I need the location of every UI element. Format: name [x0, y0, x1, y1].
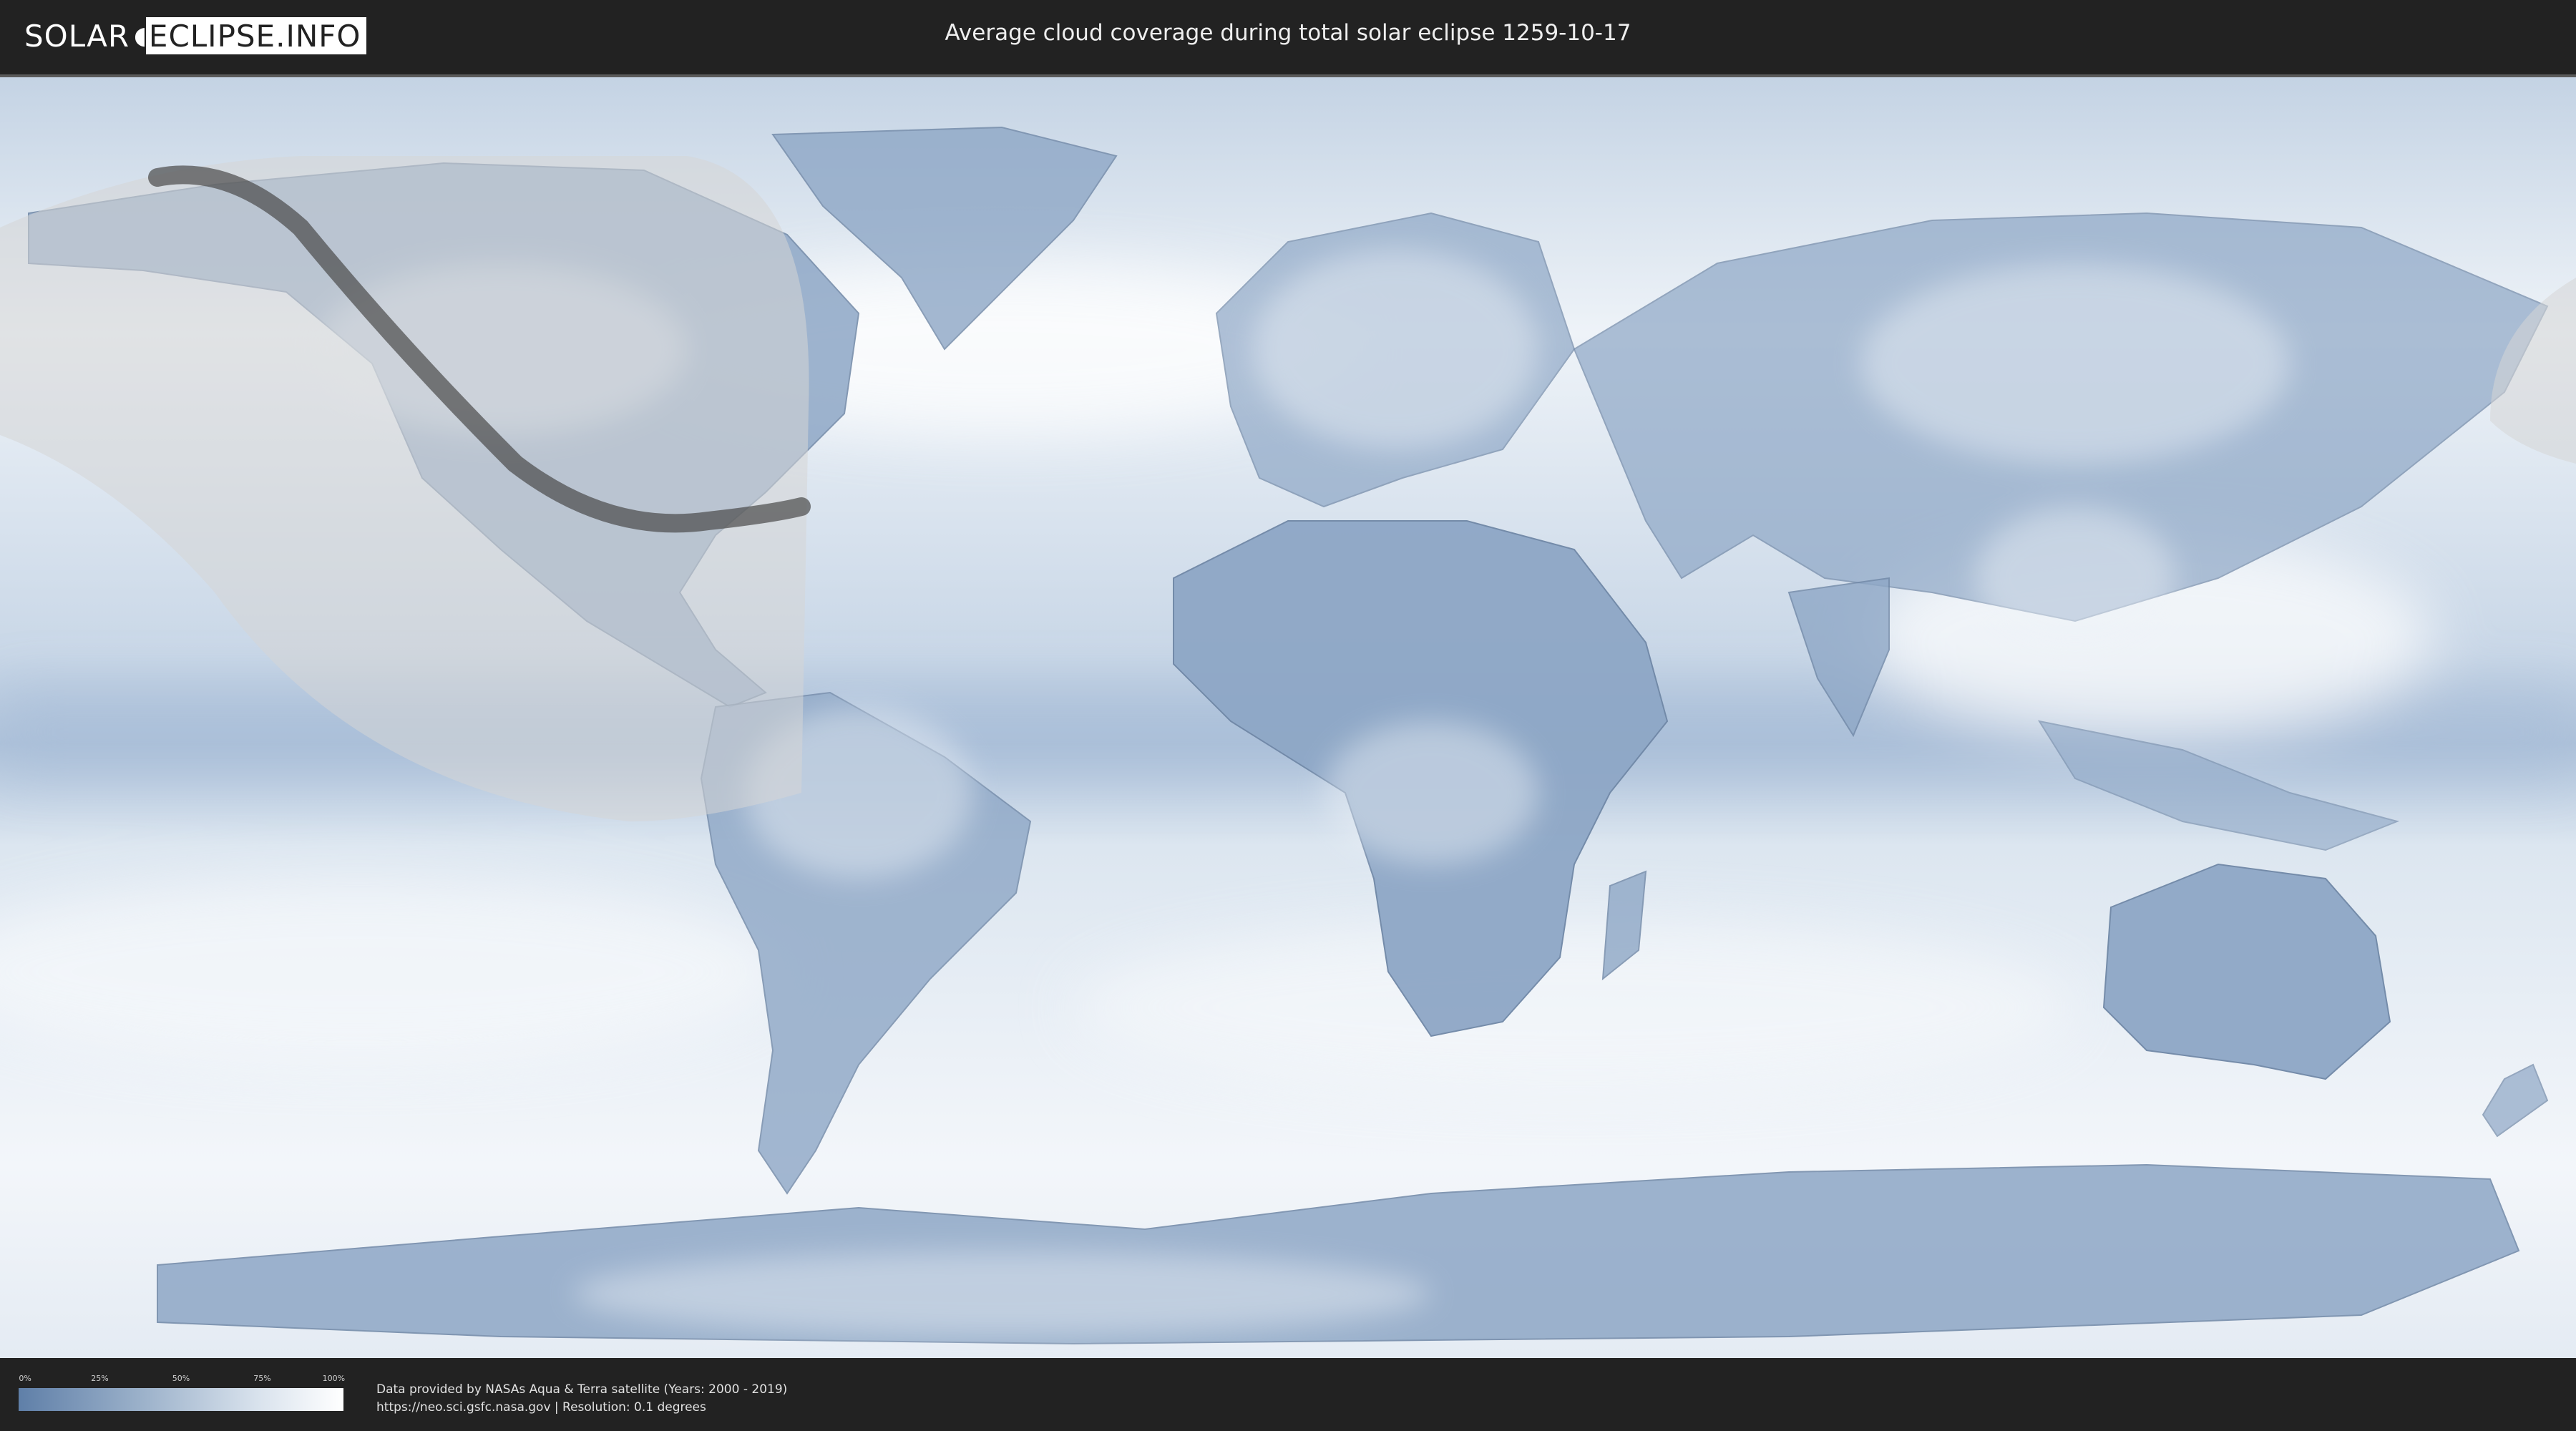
attribution-line-2[interactable]: https://neo.sci.gsfc.nasa.gov | Resoluti… [376, 1399, 787, 1417]
attribution-line-1: Data provided by NASAs Aqua & Terra sate… [376, 1382, 788, 1397]
header-bar: SOLAR ◖ ECLIPSE.INFO Average cloud cover… [0, 0, 2576, 72]
footer-bar: 0% 25% 50% 75% 100% Data provided by NAS… [0, 1358, 2576, 1431]
world-map-svg [0, 77, 2576, 1358]
legend-tick: 100% [322, 1374, 346, 1383]
legend-tick: 25% [91, 1374, 109, 1383]
data-attribution: Data provided by NASAs Aqua & Terra sate… [376, 1381, 787, 1417]
legend-gradient-bar [19, 1388, 343, 1411]
legend-tick: 0% [19, 1374, 31, 1383]
legend-ticks: 0% 25% 50% 75% 100% [19, 1374, 346, 1385]
cloud-coverage-legend: 0% 25% 50% 75% 100% [19, 1374, 346, 1414]
cloud-coverage-map[interactable] [0, 74, 2576, 1358]
legend-tick: 75% [253, 1374, 271, 1383]
page-title: Average cloud coverage during total sola… [945, 20, 1631, 46]
legend-tick: 50% [172, 1374, 190, 1383]
